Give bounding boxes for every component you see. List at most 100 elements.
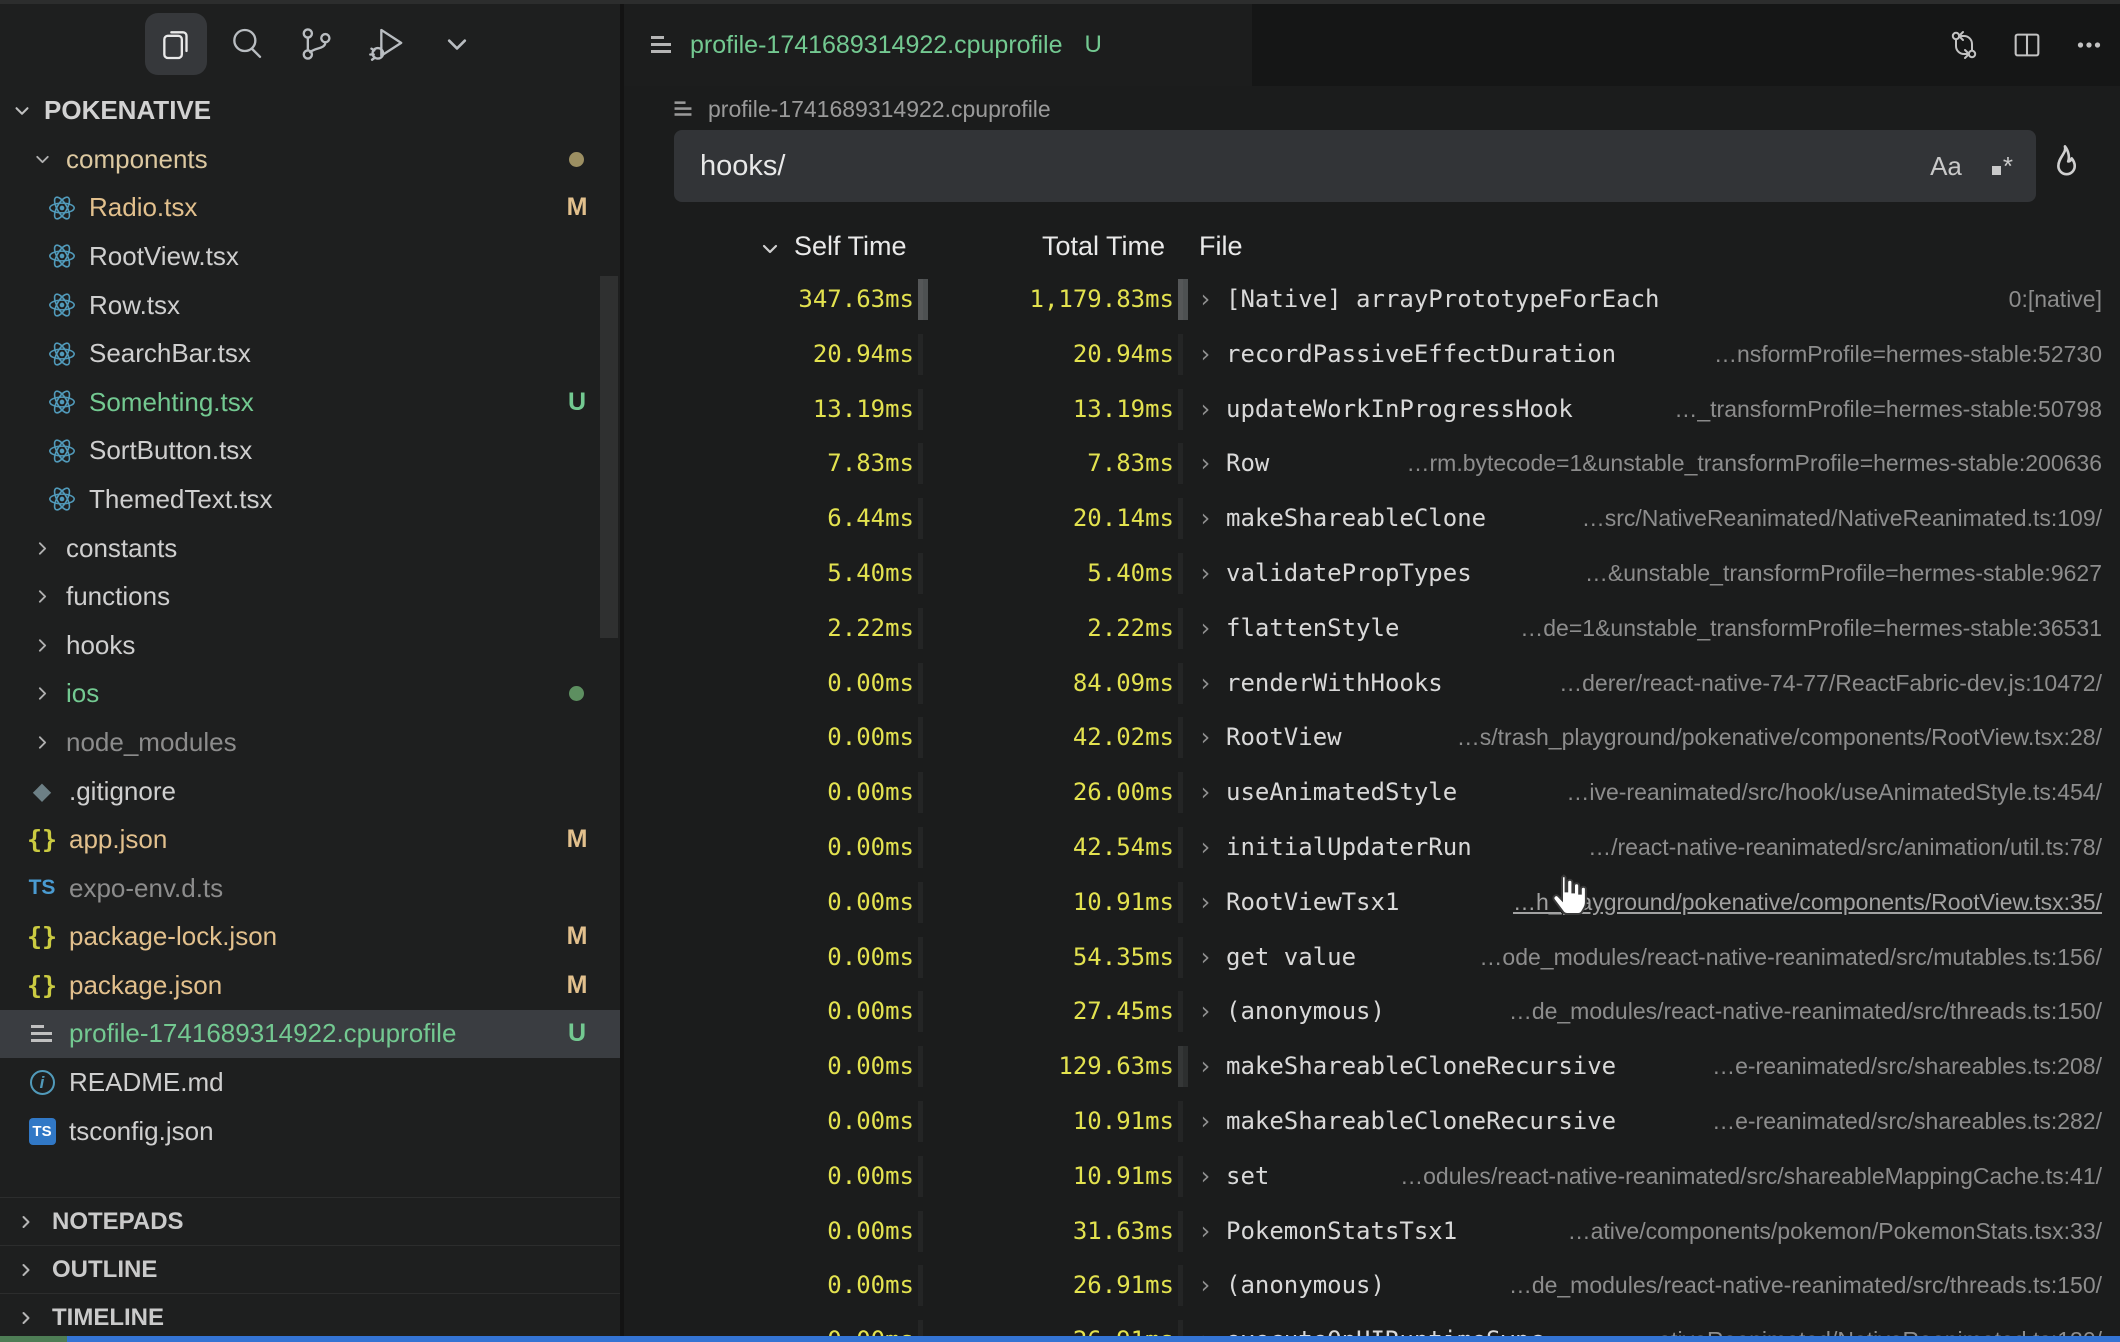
regex-icon[interactable]: * xyxy=(1992,151,2014,182)
cell-file-link[interactable]: …odules/react-native-reanimated/src/shar… xyxy=(1400,1149,2102,1204)
expand-chevron-icon[interactable]: › xyxy=(1198,710,1212,765)
expand-chevron-icon[interactable]: › xyxy=(1198,601,1212,656)
tree-folder-ios[interactable]: ios xyxy=(0,670,620,719)
cell-file-link[interactable]: 0:[native] xyxy=(2009,272,2102,327)
cell-function-name[interactable]: RootViewTsx1 xyxy=(1226,875,1399,930)
cell-function-name[interactable]: makeShareableCloneRecursive xyxy=(1226,1094,1616,1149)
cell-function-name[interactable]: flattenStyle xyxy=(1226,601,1399,656)
expand-chevron-icon[interactable]: › xyxy=(1198,1094,1212,1149)
expand-chevron-icon[interactable]: › xyxy=(1198,327,1212,382)
sidebar-section-timeline[interactable]: TIMELINE xyxy=(0,1293,620,1341)
tree-file-somehting-tsx[interactable]: Somehting.tsxU xyxy=(0,378,620,427)
expand-chevron-icon[interactable]: › xyxy=(1198,930,1212,985)
tree-file-radio-tsx[interactable]: Radio.tsxM xyxy=(0,184,620,233)
cell-file-link[interactable]: …src/NativeReanimated/NativeReanimated.t… xyxy=(1582,491,2102,546)
cell-file-link[interactable]: …/react-native-reanimated/src/animation/… xyxy=(1588,820,2102,875)
cell-function-name[interactable]: useAnimatedStyle xyxy=(1226,765,1457,820)
project-root-header[interactable]: POKENATIVE xyxy=(0,87,620,134)
tab-cpuprofile[interactable]: profile-1741689314922.cpuprofile U xyxy=(624,4,1252,86)
explorer-icon[interactable] xyxy=(145,13,207,75)
expand-chevron-icon[interactable]: › xyxy=(1198,491,1212,546)
tree-folder-node-modules[interactable]: node_modules xyxy=(0,718,620,767)
expand-chevron-icon[interactable]: › xyxy=(1198,820,1212,875)
cell-file-link[interactable]: …e-reanimated/src/shareables.ts:282/ xyxy=(1712,1094,2102,1149)
expand-chevron-icon[interactable]: › xyxy=(1198,1149,1212,1204)
cell-function-name[interactable]: PokemonStatsTsx1 xyxy=(1226,1204,1457,1259)
expand-chevron-icon[interactable]: › xyxy=(1198,765,1212,820)
cell-function-name[interactable]: get value xyxy=(1226,930,1356,985)
tree-file-rootview-tsx[interactable]: RootView.tsx xyxy=(0,232,620,281)
cell-file-link[interactable]: …rm.bytecode=1&unstable_transformProfile… xyxy=(1407,436,2103,491)
cell-file-link[interactable]: …nsformProfile=hermes-stable:52730 xyxy=(1714,327,2102,382)
expand-chevron-icon[interactable]: › xyxy=(1198,656,1212,711)
cell-file-link[interactable]: …s/trash_playground/pokenative/component… xyxy=(1457,710,2102,765)
tree-file-row-tsx[interactable]: Row.tsx xyxy=(0,281,620,330)
sidebar-section-outline[interactable]: OUTLINE xyxy=(0,1245,620,1293)
expand-chevron-icon[interactable]: › xyxy=(1198,984,1212,1039)
header-self-time[interactable]: Self Time xyxy=(794,231,907,262)
cell-file-link[interactable]: …ode_modules/react-native-reanimated/src… xyxy=(1479,930,2102,985)
cell-function-name[interactable]: renderWithHooks xyxy=(1226,656,1443,711)
cell-file-link[interactable]: …ative/components/pokemon/PokemonStats.t… xyxy=(1568,1204,2102,1259)
tree-file-tsconfig-json[interactable]: TStsconfig.json xyxy=(0,1107,620,1156)
cell-file-link[interactable]: …de_modules/react-native-reanimated/src/… xyxy=(1509,1258,2102,1313)
tree-file-package-lock-json[interactable]: {}package-lock.jsonM xyxy=(0,913,620,962)
expand-chevron-icon[interactable]: › xyxy=(1198,1204,1212,1259)
tree-folder-constants[interactable]: constants xyxy=(0,524,620,573)
cell-file-link[interactable]: …h_playground/pokenative/components/Root… xyxy=(1513,875,2102,930)
cell-function-name[interactable]: validatePropTypes xyxy=(1226,546,1472,601)
tree-folder-components[interactable]: components xyxy=(0,135,620,184)
match-case-icon[interactable]: Aa xyxy=(1930,151,1962,182)
cell-function-name[interactable]: RootView xyxy=(1226,710,1342,765)
filter-input[interactable] xyxy=(700,150,1930,183)
more-views-chevron-icon[interactable] xyxy=(426,13,488,75)
more-actions-icon[interactable] xyxy=(2072,28,2106,62)
cell-file-link[interactable]: …de=1&unstable_transformProfile=hermes-s… xyxy=(1520,601,2102,656)
tree-file-themedtext-tsx[interactable]: ThemedText.tsx xyxy=(0,475,620,524)
tree-file--gitignore[interactable]: ◆.gitignore xyxy=(0,767,620,816)
cell-file-link[interactable]: …e-reanimated/src/shareables.ts:208/ xyxy=(1712,1039,2102,1094)
cell-function-name[interactable]: Row xyxy=(1226,436,1269,491)
expand-chevron-icon[interactable]: › xyxy=(1198,1258,1212,1313)
breadcrumb[interactable]: profile-1741689314922.cpuprofile xyxy=(624,86,2120,132)
tree-file-package-json[interactable]: {}package.jsonM xyxy=(0,961,620,1010)
cell-file-link[interactable]: …de_modules/react-native-reanimated/src/… xyxy=(1509,984,2102,1039)
search-icon[interactable] xyxy=(215,13,277,75)
cell-function-name[interactable]: [Native] arrayPrototypeForEach xyxy=(1226,272,1659,327)
tree-file-searchbar-tsx[interactable]: SearchBar.tsx xyxy=(0,329,620,378)
cell-function-name[interactable]: makeShareableCloneRecursive xyxy=(1226,1039,1616,1094)
tree-file-profile-1741689314922-cpuprofile[interactable]: profile-1741689314922.cpuprofileU xyxy=(0,1010,620,1059)
expand-chevron-icon[interactable]: › xyxy=(1198,382,1212,437)
sidebar-section-notepads[interactable]: NOTEPADS xyxy=(0,1197,620,1245)
header-file[interactable]: File xyxy=(1199,231,1243,262)
sidebar-scrollbar[interactable] xyxy=(600,276,618,638)
cell-function-name[interactable]: recordPassiveEffectDuration xyxy=(1226,327,1616,382)
tree-file-readme-md[interactable]: iREADME.md xyxy=(0,1058,620,1107)
cell-file-link[interactable]: …derer/react-native-74-77/ReactFabric-de… xyxy=(1559,656,2102,711)
tree-file-expo-env-d-ts[interactable]: TSexpo-env.d.ts xyxy=(0,864,620,913)
cell-file-link[interactable]: …ive-reanimated/src/hook/useAnimatedStyl… xyxy=(1566,765,2102,820)
expand-chevron-icon[interactable]: › xyxy=(1198,436,1212,491)
cell-function-name[interactable]: (anonymous) xyxy=(1226,984,1385,1039)
cell-function-name[interactable]: (anonymous) xyxy=(1226,1258,1385,1313)
expand-chevron-icon[interactable]: › xyxy=(1198,1039,1212,1094)
cell-function-name[interactable]: updateWorkInProgressHook xyxy=(1226,382,1573,437)
header-total-time[interactable]: Total Time xyxy=(1042,231,1165,262)
cell-function-name[interactable]: initialUpdaterRun xyxy=(1226,820,1472,875)
expand-chevron-icon[interactable]: › xyxy=(1198,546,1212,601)
cell-file-link[interactable]: …&unstable_transformProfile=hermes-stabl… xyxy=(1585,546,2102,601)
cell-function-name[interactable]: makeShareableClone xyxy=(1226,491,1486,546)
flame-graph-icon[interactable] xyxy=(2044,142,2088,190)
tree-file-sortbutton-tsx[interactable]: SortButton.tsx xyxy=(0,427,620,476)
open-changes-icon[interactable] xyxy=(1946,27,1982,63)
expand-chevron-icon[interactable]: › xyxy=(1198,875,1212,930)
cell-file-link[interactable]: …_transformProfile=hermes-stable:50798 xyxy=(1674,382,2102,437)
tree-file-app-json[interactable]: {}app.jsonM xyxy=(0,815,620,864)
tree-folder-functions[interactable]: functions xyxy=(0,572,620,621)
run-debug-icon[interactable] xyxy=(355,13,417,75)
source-control-icon[interactable] xyxy=(285,13,347,75)
tree-folder-hooks[interactable]: hooks xyxy=(0,621,620,670)
expand-chevron-icon[interactable]: › xyxy=(1198,272,1212,327)
split-editor-icon[interactable] xyxy=(2010,28,2044,62)
cell-function-name[interactable]: set xyxy=(1226,1149,1269,1204)
